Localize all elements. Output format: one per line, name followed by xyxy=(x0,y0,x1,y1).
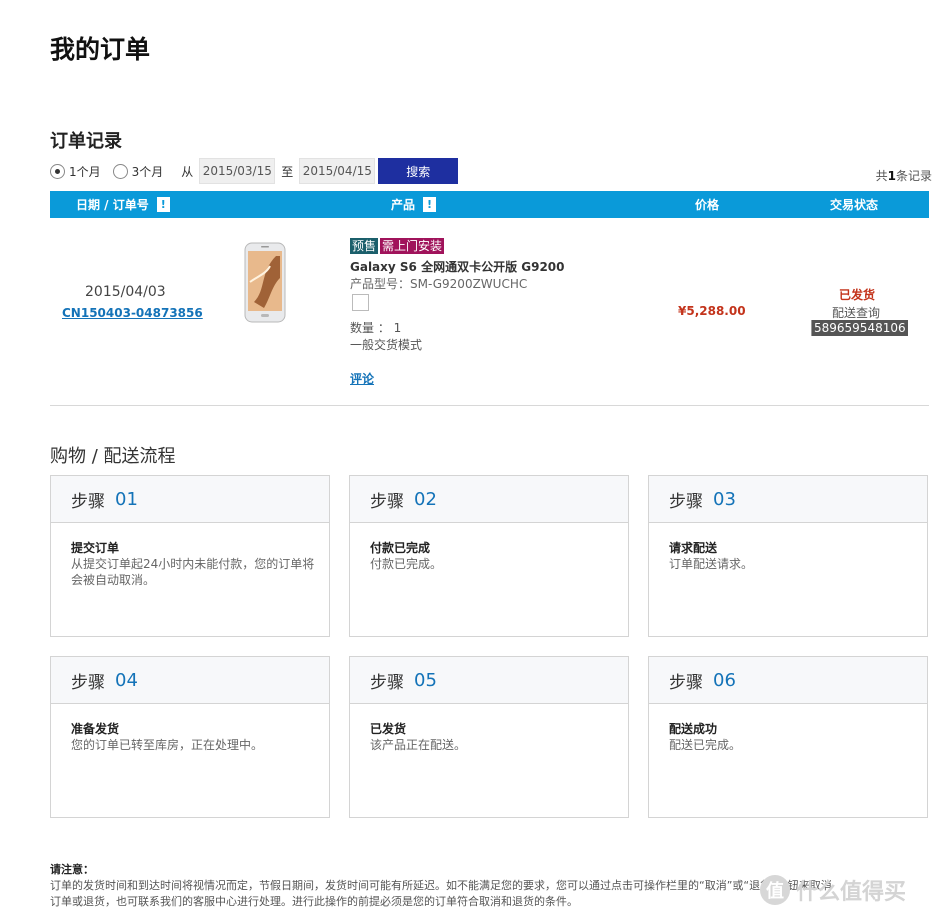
step-name: 提交订单 xyxy=(71,541,120,555)
to-label: 至 xyxy=(281,164,294,179)
header-status: 交易状态 xyxy=(830,198,879,212)
order-row: 2015/04/03 CN150403-04873856 预售 需上门安装 Ga… xyxy=(50,218,929,406)
step-card: 步骤 01 提交订单 从提交订单起24小时内未能付款，您的订单将会被自动取消。 xyxy=(50,475,330,637)
step-header: 步骤 05 xyxy=(350,657,628,704)
order-date: 2015/04/03 xyxy=(85,284,166,300)
radio-unchecked-icon[interactable] xyxy=(112,163,128,179)
filter-row: 1个月 3个月 从 2015/03/15 至 2015/04/15 搜索 共1条… xyxy=(50,158,932,184)
review-link[interactable]: 评论 xyxy=(350,370,374,387)
search-button[interactable]: 搜索 xyxy=(378,158,459,184)
step-card: 步骤 02 付款已完成 付款已完成。 xyxy=(349,475,629,637)
step-header: 步骤 04 xyxy=(51,657,329,704)
presale-badge: 预售 xyxy=(350,238,379,254)
from-label: 从 xyxy=(181,164,194,179)
record-count-suffix: 条记录 xyxy=(895,169,932,183)
record-count-value: 1 xyxy=(887,169,896,183)
step-description: 付款已完成。 xyxy=(370,557,443,571)
step-description: 订单配送请求。 xyxy=(669,557,754,571)
product-image[interactable] xyxy=(244,242,286,323)
step-number: 02 xyxy=(414,488,437,510)
header-date-order-label: 日期 / 订单号 xyxy=(76,198,149,212)
orders-table-header: 日期 / 订单号 ! 产品 ! 价格 交易状态 xyxy=(50,191,929,218)
product-quantity: 数量 ： 1 xyxy=(350,321,402,335)
page-title: 我的订单 xyxy=(50,35,151,64)
order-records-title: 订单记录 xyxy=(50,131,122,152)
step-header: 步骤 03 xyxy=(649,476,927,523)
step-description: 该产品正在配送。 xyxy=(370,738,467,752)
radio-1-month-label: 1个月 xyxy=(69,164,101,179)
step-card: 步骤 03 请求配送 订单配送请求。 xyxy=(648,475,928,637)
step-header: 步骤 01 xyxy=(51,476,329,523)
step-number: 01 xyxy=(115,488,138,510)
watermark-text: 什么值得买 xyxy=(796,880,907,905)
order-price: ¥5,288.00 xyxy=(678,304,746,318)
step-number: 03 xyxy=(713,488,736,510)
step-name: 准备发货 xyxy=(71,722,120,736)
radio-1-month[interactable]: 1个月 xyxy=(50,163,101,180)
step-word: 步骤 xyxy=(370,672,404,693)
header-date-order: 日期 / 订单号 ! xyxy=(76,191,170,218)
order-number-link[interactable]: CN150403-04873856 xyxy=(62,306,203,320)
step-description: 从提交订单起24小时内未能付款，您的订单将会被自动取消。 xyxy=(71,557,315,587)
step-name: 已发货 xyxy=(370,722,407,736)
radio-3-months-label: 3个月 xyxy=(131,164,164,179)
step-word: 步骤 xyxy=(71,672,105,693)
radio-checked-icon[interactable] xyxy=(50,163,65,179)
flow-title: 购物 / 配送流程 xyxy=(50,446,176,467)
record-count-prefix: 共 xyxy=(875,169,888,183)
header-price: 价格 xyxy=(695,198,720,212)
product-name: Galaxy S6 全网通双卡公开版 G9200 xyxy=(350,260,565,274)
start-date-field[interactable]: 2015/03/15 xyxy=(199,158,276,184)
trade-mode: 一般交货模式 xyxy=(350,338,423,352)
step-description: 您的订单已转至库房，正在处理中。 xyxy=(71,738,264,752)
step-description: 配送已完成。 xyxy=(669,738,742,752)
product-checkbox[interactable] xyxy=(352,294,369,311)
end-date-field[interactable]: 2015/04/15 xyxy=(299,158,376,184)
product-badges: 预售 需上门安装 xyxy=(350,238,446,254)
info-icon[interactable]: ! xyxy=(156,197,170,212)
step-number: 04 xyxy=(115,669,138,691)
step-word: 步骤 xyxy=(669,491,703,512)
step-card: 步骤 06 配送成功 配送已完成。 xyxy=(648,656,928,818)
delivery-track-link[interactable]: 配送查询 xyxy=(832,304,880,321)
watermark: 值 什么值得买 xyxy=(760,872,940,908)
step-word: 步骤 xyxy=(71,491,105,512)
install-badge: 需上门安装 xyxy=(380,238,445,254)
step-card: 步骤 05 已发货 该产品正在配送。 xyxy=(349,656,629,818)
tracking-number[interactable]: 589659548106 xyxy=(811,320,908,336)
step-name: 请求配送 xyxy=(669,541,718,555)
step-word: 步骤 xyxy=(669,672,703,693)
watermark-logo-icon: 值 xyxy=(760,875,790,905)
product-model: 产品型号：SM-G9200ZWUCHC xyxy=(350,277,528,291)
header-product-label: 产品 xyxy=(391,198,416,212)
step-header: 步骤 06 xyxy=(649,657,927,704)
info-icon[interactable]: ! xyxy=(423,197,437,212)
header-product: 产品 ! xyxy=(391,191,437,218)
step-number: 05 xyxy=(414,669,437,691)
step-name: 配送成功 xyxy=(669,722,718,736)
order-status: 已发货 xyxy=(839,288,876,302)
step-number: 06 xyxy=(713,669,736,691)
radio-3-months[interactable]: 3个月 xyxy=(112,163,164,180)
step-header: 步骤 02 xyxy=(350,476,628,523)
step-name: 付款已完成 xyxy=(370,541,431,555)
step-card: 步骤 04 准备发货 您的订单已转至库房，正在处理中。 xyxy=(50,656,330,818)
record-count: 共1条记录 xyxy=(876,167,932,184)
step-word: 步骤 xyxy=(370,491,404,512)
